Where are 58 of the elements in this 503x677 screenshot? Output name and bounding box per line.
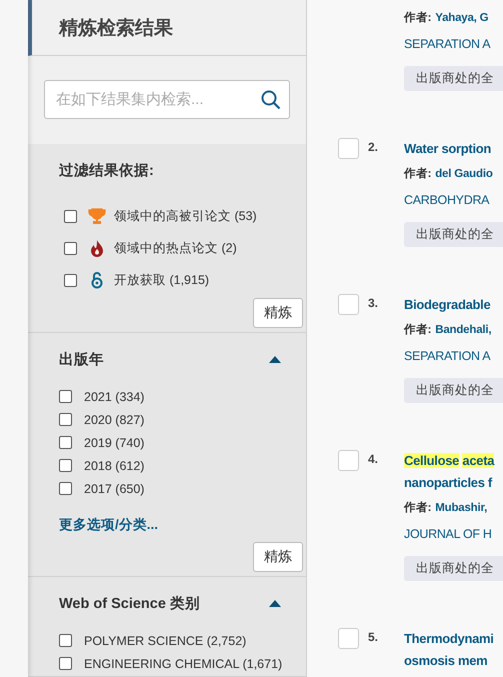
- checkbox[interactable]: [59, 634, 72, 647]
- filter-label: 2019 (740): [84, 436, 144, 450]
- full-text-button[interactable]: 出版商处的全: [404, 556, 503, 581]
- checkbox[interactable]: [59, 459, 72, 472]
- author-label: 作者:: [404, 10, 432, 26]
- checkbox[interactable]: [59, 482, 72, 495]
- full-text-button[interactable]: 出版商处的全: [404, 378, 503, 403]
- filter-label: 2020 (827): [84, 412, 144, 426]
- author-link[interactable]: Mubashir,: [435, 499, 488, 517]
- checkbox[interactable]: [64, 274, 77, 286]
- result-title-link[interactable]: osmosis mem: [404, 650, 488, 672]
- result-number: 3.: [368, 295, 378, 310]
- filter-label: 2021 (334): [84, 390, 144, 404]
- search-field[interactable]: 在如下结果集内检索...: [44, 80, 290, 119]
- filter-label: 开放获取 (1,915): [114, 272, 210, 288]
- author-label: 作者:: [404, 166, 432, 182]
- trophy-icon: [88, 208, 106, 224]
- journal-link[interactable]: SEPARATION A: [404, 347, 490, 365]
- flame-icon: [88, 239, 106, 257]
- checkbox[interactable]: [64, 242, 77, 254]
- result-title-link[interactable]: Water sorption: [404, 138, 492, 160]
- result-title-link[interactable]: Biodegradable: [404, 294, 490, 316]
- result-title-link[interactable]: nanoparticles f: [404, 472, 492, 494]
- checkbox[interactable]: [64, 210, 77, 222]
- filter-label: 2017 (650): [84, 482, 144, 496]
- journal-link[interactable]: CARBOHYDRA: [404, 191, 490, 209]
- result-number: 4.: [368, 451, 378, 466]
- collapse-icon[interactable]: [269, 600, 281, 607]
- journal-link[interactable]: SEPARATION A: [404, 35, 490, 53]
- refine-button[interactable]: 精炼: [253, 542, 303, 572]
- section-heading: Web of Science 类别: [59, 594, 200, 613]
- result-number: 5.: [368, 629, 378, 644]
- section-heading: 过滤结果依据:: [59, 163, 154, 179]
- author-link[interactable]: Bandehali,: [435, 321, 492, 339]
- more-options-link[interactable]: 更多选项/分类...: [59, 516, 158, 534]
- result-title-link[interactable]: Thermodynami: [404, 628, 494, 650]
- collapse-icon[interactable]: [269, 356, 281, 363]
- section-heading: 出版年: [59, 350, 104, 369]
- checkbox[interactable]: [59, 390, 72, 403]
- journal-link[interactable]: JOURNAL OF H: [404, 525, 492, 543]
- author-label: 作者:: [404, 500, 432, 516]
- filter-label: ENGINEERING CHEMICAL (1,671): [84, 656, 282, 670]
- author-label: 作者:: [404, 322, 432, 338]
- refine-button[interactable]: 精炼: [253, 298, 303, 328]
- filter-label: 2018 (612): [84, 458, 144, 472]
- search-icon[interactable]: [261, 90, 281, 110]
- author-link[interactable]: del Gaudio: [435, 165, 493, 183]
- filter-label: 领域中的热点论文 (2): [114, 240, 237, 256]
- sidebar-title: 精炼检索结果: [59, 16, 173, 40]
- checkbox[interactable]: [59, 436, 72, 449]
- filter-label: POLYMER SCIENCE (2,752): [84, 634, 246, 648]
- filter-label: 领域中的高被引论文 (53): [114, 208, 257, 224]
- checkbox[interactable]: [59, 413, 72, 426]
- full-text-button[interactable]: 出版商处的全: [404, 66, 503, 91]
- result-number: 2.: [368, 139, 378, 154]
- full-text-button[interactable]: 出版商处的全: [404, 222, 503, 247]
- checkbox[interactable]: [59, 657, 72, 670]
- author-link[interactable]: Yahaya, G: [435, 9, 488, 27]
